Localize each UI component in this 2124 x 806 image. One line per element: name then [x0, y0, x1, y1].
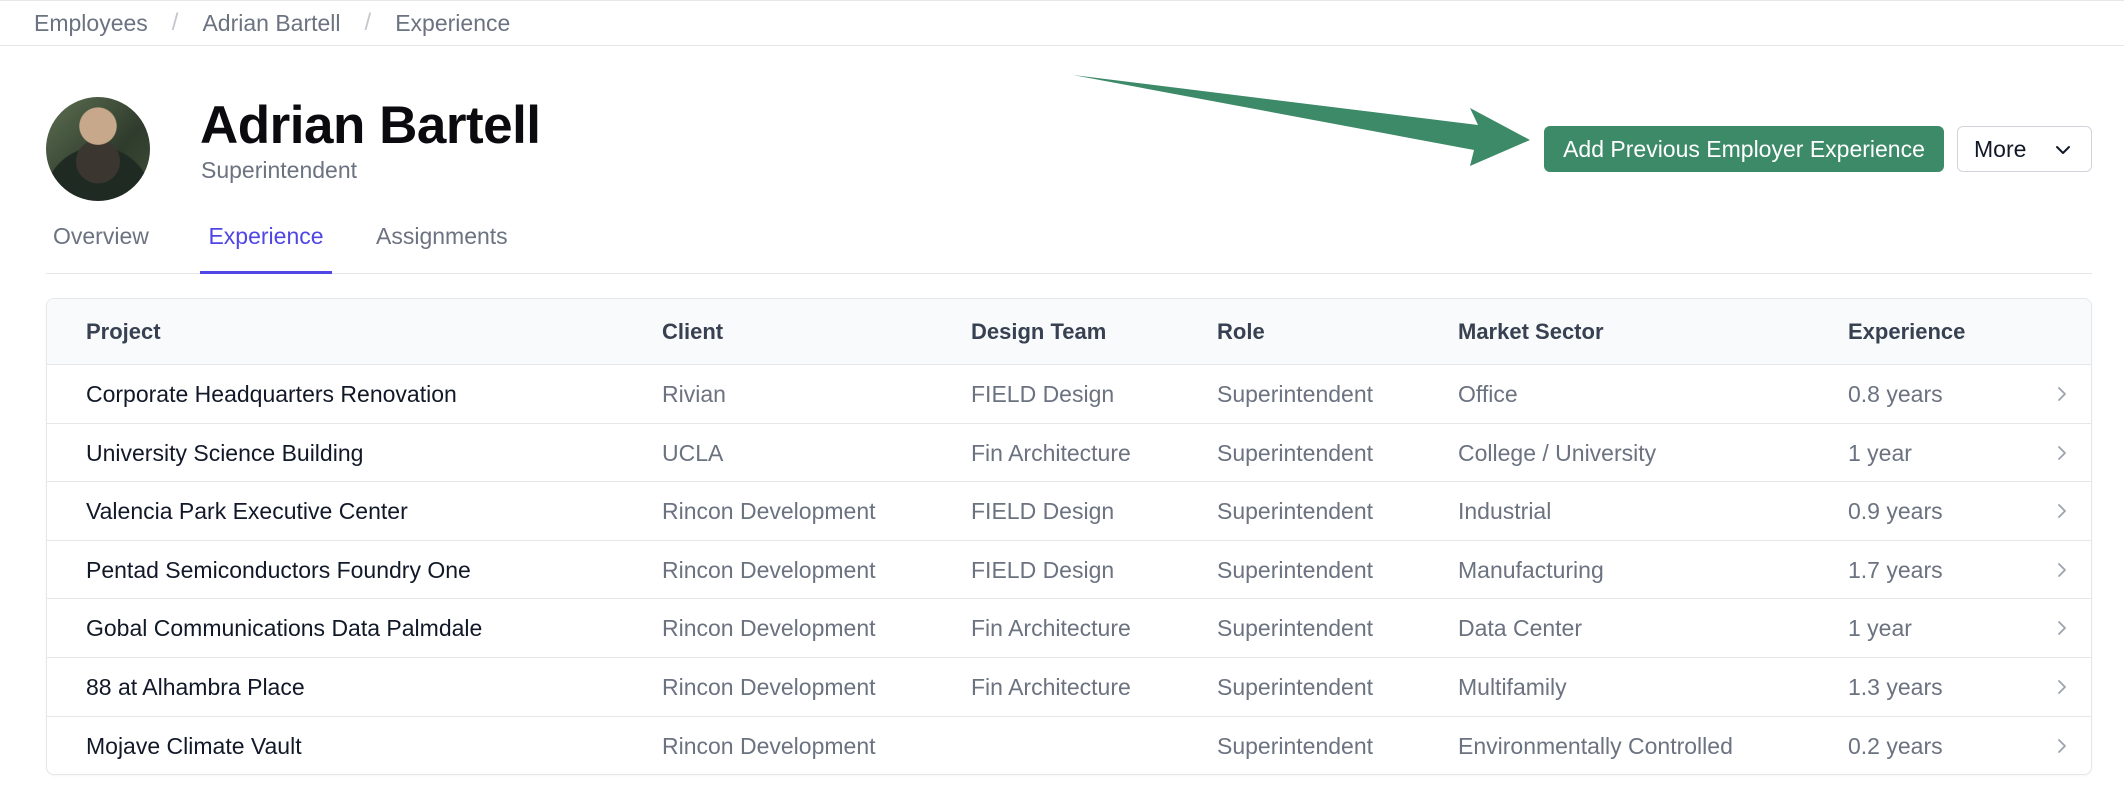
tab-label: Overview [53, 223, 149, 249]
cell-role: Superintendent [1217, 673, 1374, 700]
column-header-market-sector[interactable]: Market Sector [1458, 299, 1604, 364]
cell-project: Corporate Headquarters Renovation [86, 381, 457, 407]
cell-client: Rincon Development [662, 673, 876, 700]
cell-market-sector: Environmentally Controlled [1458, 732, 1733, 759]
cell-experience: 1 year [1848, 615, 1912, 642]
cell-market-sector: Manufacturing [1458, 556, 1604, 583]
tab-overview[interactable]: Overview [53, 206, 149, 274]
chevron-right-icon [2058, 562, 2066, 577]
table-header: Project Client Design Team Role Market S… [47, 299, 2091, 365]
add-previous-employer-experience-button[interactable]: Add Previous Employer Experience [1544, 126, 1944, 172]
chevron-right-icon [2058, 738, 2066, 753]
cell-market-sector: Multifamily [1458, 673, 1567, 700]
chevron-right-icon [2058, 445, 2066, 460]
column-header-client[interactable]: Client [662, 299, 723, 364]
chevron-right-icon [2058, 621, 2066, 636]
cell-experience: 1.7 years [1848, 556, 1943, 583]
table-row[interactable]: Mojave Climate Vault Rincon Development … [47, 717, 2091, 774]
column-header-project[interactable]: Project [86, 299, 161, 364]
chevron-right-icon [2058, 504, 2066, 519]
more-dropdown-button[interactable]: More [1957, 126, 2092, 172]
cell-project: Pentad Semiconductors Foundry One [86, 556, 471, 583]
cell-market-sector: Industrial [1458, 498, 1552, 525]
tab-assignments[interactable]: Assignments [376, 206, 508, 274]
cell-design-team: FIELD Design [971, 556, 1115, 583]
more-label: More [1974, 135, 2027, 162]
cell-design-team: FIELD Design [971, 498, 1115, 525]
column-header-design-team[interactable]: Design Team [971, 299, 1106, 364]
cell-experience: 0.8 years [1848, 381, 1943, 407]
cell-design-team: Fin Architecture [971, 439, 1131, 466]
tab-experience[interactable]: Experience [200, 206, 332, 274]
column-header-experience[interactable]: Experience [1848, 299, 1965, 364]
cell-client: Rincon Development [662, 498, 876, 525]
cell-design-team: Fin Architecture [971, 615, 1131, 642]
cell-experience: 1.3 years [1848, 673, 1943, 700]
cell-role: Superintendent [1217, 439, 1374, 466]
cell-experience: 1 year [1848, 439, 1912, 466]
tab-label: Experience [208, 223, 324, 249]
chevron-right-icon [2058, 680, 2066, 694]
cell-role: Superintendent [1217, 498, 1374, 525]
cell-project: University Science Building [86, 439, 364, 466]
cell-experience: 0.9 years [1848, 498, 1943, 525]
table-body: Corporate Headquarters Renovation Rivian… [47, 365, 2091, 774]
cell-client: Rincon Development [662, 615, 876, 642]
table-row[interactable]: Corporate Headquarters Renovation Rivian… [47, 365, 2091, 424]
chevron-down-icon [2056, 146, 2070, 154]
table-row[interactable]: Gobal Communications Data Palmdale Rinco… [47, 599, 2091, 658]
tab-label: Assignments [376, 223, 508, 249]
table-row[interactable]: Pentad Semiconductors Foundry One Rincon… [47, 541, 2091, 600]
cell-market-sector: Office [1458, 381, 1518, 407]
cell-project: Valencia Park Executive Center [86, 498, 408, 525]
cell-experience: 0.2 years [1848, 732, 1943, 759]
cell-role: Superintendent [1217, 732, 1374, 759]
cell-project: 88 at Alhambra Place [86, 673, 305, 700]
table-row[interactable]: University Science Building UCLA Fin Arc… [47, 424, 2091, 483]
column-header-role[interactable]: Role [1217, 299, 1265, 364]
cell-client: Rivian [662, 381, 726, 407]
cell-role: Superintendent [1217, 381, 1374, 407]
cell-project: Mojave Climate Vault [86, 732, 302, 759]
cell-project: Gobal Communications Data Palmdale [86, 615, 483, 642]
cell-market-sector: College / University [1458, 439, 1657, 466]
cell-market-sector: Data Center [1458, 615, 1583, 642]
cell-client: Rincon Development [662, 732, 876, 759]
table-row[interactable]: Valencia Park Executive Center Rincon De… [47, 482, 2091, 541]
cell-design-team: FIELD Design [971, 381, 1115, 407]
cell-client: Rincon Development [662, 556, 876, 583]
cell-client: UCLA [662, 439, 724, 466]
chevron-right-icon [2058, 387, 2066, 401]
tab-bar: Overview Experience Assignments [46, 206, 2092, 274]
cell-design-team: Fin Architecture [971, 673, 1131, 700]
cell-role: Superintendent [1217, 556, 1374, 583]
cell-role: Superintendent [1217, 615, 1374, 642]
experience-table: Project Client Design Team Role Market S… [46, 298, 2092, 775]
table-row[interactable]: 88 at Alhambra Place Rincon Development … [47, 658, 2091, 717]
